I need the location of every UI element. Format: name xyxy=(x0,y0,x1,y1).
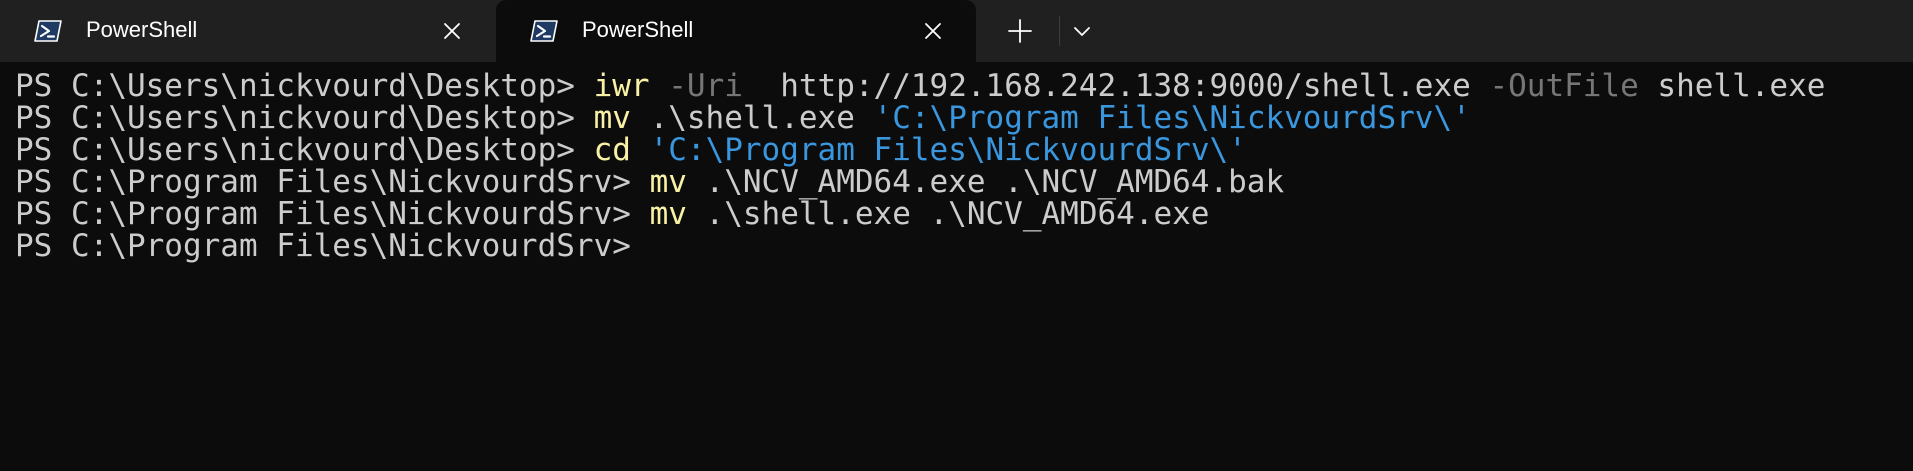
terminal-output[interactable]: PS C:\Users\nickvourd\Desktop> iwr -Uri … xyxy=(0,62,1913,471)
chevron-down-icon[interactable] xyxy=(1066,14,1098,48)
argument-text: .\shell.exe .\NCV_AMD64.exe xyxy=(686,196,1210,232)
tab-title: PowerShell xyxy=(582,17,694,42)
prompt-text: PS C:\Program Files\NickvourdSrv> xyxy=(15,228,631,264)
tab-bar: PowerShell PowerShell xyxy=(0,0,1913,62)
command-text: mv xyxy=(649,196,687,232)
plus-icon[interactable] xyxy=(1004,14,1036,48)
powershell-icon xyxy=(34,20,62,42)
tab-title: PowerShell xyxy=(86,17,198,42)
windows-terminal-window: PowerShell PowerShell PS C:\Users\nickvo… xyxy=(0,0,1913,471)
tab-separator xyxy=(1059,16,1060,46)
tab-powershell-1[interactable]: PowerShell xyxy=(0,0,495,62)
close-icon[interactable] xyxy=(439,18,465,44)
tab-powershell-2[interactable]: PowerShell xyxy=(496,0,976,62)
argument-text: shell.exe xyxy=(1638,68,1826,104)
powershell-icon xyxy=(530,20,558,42)
close-icon[interactable] xyxy=(920,18,946,44)
parameter-text: -OutFile xyxy=(1489,68,1639,104)
terminal-line: PS C:\Program Files\NickvourdSrv> xyxy=(15,227,631,266)
